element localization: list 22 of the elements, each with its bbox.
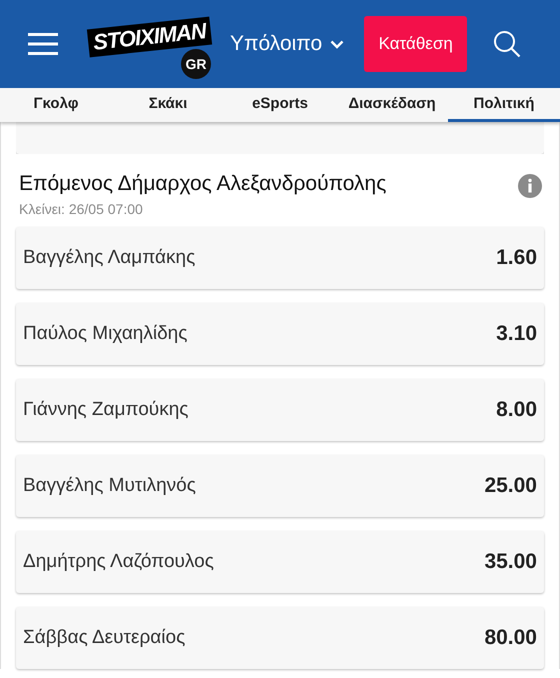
closing-time: Κλείνει: 26/05 07:00 [19,201,144,217]
deposit-button[interactable]: Κατάθεση [364,16,468,72]
odds-row[interactable]: Γιάννης Ζαμπούκης 8.00 [16,379,544,441]
chevron-down-icon [330,40,344,48]
category-tab[interactable]: Διασκέδαση [336,88,448,122]
category-tab[interactable]: eSports [224,88,336,122]
region-badge: GR [181,49,211,79]
market-title: Επόμενος Δήμαρχος Αλεξανδρούπολης [19,172,386,196]
balance-dropdown[interactable]: Υπόλοιπο [230,32,344,56]
odds-row[interactable]: Σάββας Δευτεραίος 80.00 [16,607,544,669]
menu-button[interactable] [28,33,58,55]
search-button[interactable] [493,30,522,58]
odds-row[interactable]: Παύλος Μιχαηλίδης 3.10 [16,303,544,365]
search-icon [493,30,522,58]
info-icon[interactable] [518,174,542,198]
odds-row[interactable]: Βαγγέλης Λαμπάκης 1.60 [16,227,544,289]
category-tab[interactable]: Γκολφ [0,88,112,122]
logo-wordmark: STOIXIMAN [86,16,212,58]
category-tab[interactable]: Σκάκι [112,88,224,122]
odds-row[interactable]: Δημήτρης Λαζόπουλος 35.00 [16,531,544,593]
menu-icon [28,33,58,55]
odds-row[interactable]: Βαγγέλης Μυτιληνός 25.00 [16,455,544,517]
